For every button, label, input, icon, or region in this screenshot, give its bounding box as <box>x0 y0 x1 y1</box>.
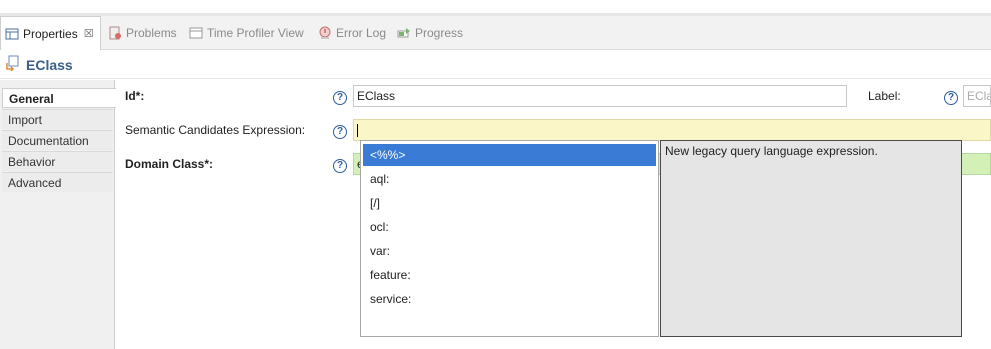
view-tab-bar: Properties ☒ Problems Time Profiler View… <box>0 16 991 50</box>
tab-label: Properties <box>23 26 78 41</box>
tab-label: Problems <box>126 25 177 40</box>
label-label: Label: <box>868 89 901 103</box>
proposal-item[interactable]: feature: <box>363 264 656 286</box>
tab-problems[interactable]: Problems <box>108 16 177 49</box>
domain-class-label: Domain Class*: <box>125 157 214 171</box>
semantic-help-icon[interactable]: ? <box>333 125 347 139</box>
problems-icon <box>108 26 122 40</box>
tab-label: Progress <box>415 25 464 40</box>
eclass-icon <box>5 55 21 74</box>
id-label: Id*: <box>125 89 145 103</box>
label-field[interactable]: ECla <box>963 85 991 107</box>
properties-sidebar: General Import Documentation Behavior Ad… <box>0 80 116 349</box>
content-assist-popup[interactable]: <%%> aql: [/] ocl: var: feature: service… <box>360 140 659 337</box>
sidebar-item-advanced[interactable]: Advanced <box>2 172 113 192</box>
properties-icon <box>5 27 19 41</box>
domain-help-icon[interactable]: ? <box>333 159 347 173</box>
tab-progress[interactable]: Progress <box>397 16 463 49</box>
proposal-item[interactable]: aql: <box>363 168 656 190</box>
proposal-description: New legacy query language expression. <box>665 144 878 158</box>
tab-time-profiler-view[interactable]: Time Profiler View <box>189 16 304 49</box>
id-help-icon[interactable]: ? <box>333 91 347 105</box>
proposal-item[interactable]: var: <box>363 240 656 262</box>
id-field[interactable]: EClass <box>353 85 847 107</box>
tab-label: Time Profiler View <box>207 25 304 40</box>
label-help-icon[interactable]: ? <box>944 91 958 105</box>
semantic-candidates-label: Semantic Candidates Expression: <box>125 123 306 137</box>
progress-icon <box>397 26 411 40</box>
page-title: EClass <box>26 56 73 73</box>
view-icon <box>189 26 203 40</box>
proposal-item[interactable]: service: <box>363 288 656 310</box>
close-icon[interactable]: ☒ <box>84 27 94 40</box>
properties-title-bar: EClass <box>0 51 991 79</box>
sidebar-item-general[interactable]: General <box>2 88 116 108</box>
text-caret <box>357 124 358 138</box>
sidebar-item-behavior[interactable]: Behavior <box>2 151 113 171</box>
top-strip <box>0 0 991 16</box>
proposal-item[interactable]: <%%> <box>363 144 656 166</box>
tab-label: Error Log <box>336 25 387 40</box>
proposal-item[interactable]: [/] <box>363 192 656 214</box>
error-log-icon <box>318 26 332 40</box>
semantic-candidates-input[interactable] <box>353 119 991 141</box>
tab-error-log[interactable]: Error Log <box>318 16 386 49</box>
sidebar-item-documentation[interactable]: Documentation <box>2 130 113 150</box>
tab-properties[interactable]: Properties ☒ <box>0 16 101 50</box>
sidebar-item-import[interactable]: Import <box>2 109 113 129</box>
proposal-description-panel: New legacy query language expression. <box>660 140 962 337</box>
proposal-item[interactable]: ocl: <box>363 216 656 238</box>
